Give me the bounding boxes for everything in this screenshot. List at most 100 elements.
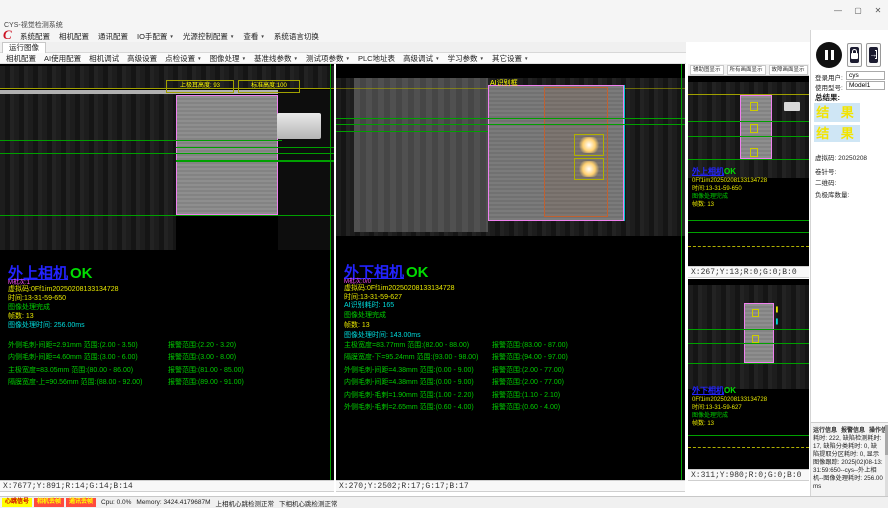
toolbar-button[interactable]: 基准线参数▼	[254, 53, 298, 64]
alarm-range-text: 报警范围:(83.00 - 87.00)	[492, 340, 568, 350]
maximize-icon[interactable]: ▢	[852, 6, 864, 16]
result-ok-text: OK	[724, 386, 736, 395]
lock-user-button[interactable]	[847, 43, 862, 67]
electrode-region	[744, 303, 774, 363]
toolbar-button[interactable]: 相机调试▼	[89, 53, 119, 64]
toolbar-button[interactable]: AI使用配置▼	[44, 53, 81, 64]
measurement-row: 主极宽度=83.77mm 范围:(82.00 - 88.00) 报警范围:(83…	[344, 340, 674, 352]
menu-item-label: 查看	[243, 31, 258, 42]
result-badge: 结 果	[814, 103, 860, 122]
toolbar-button[interactable]: 学习参数▼	[448, 53, 484, 64]
thumb-tab[interactable]: 故障画面显示	[769, 65, 808, 75]
alarm-range-text: 报警范围:(3.00 - 8.00)	[168, 352, 236, 362]
needle-label: 卷针号:	[815, 166, 836, 176]
cyan-edge-line	[624, 85, 625, 221]
process-status-text: 图像处理完成	[692, 194, 728, 202]
toolbar-button[interactable]: 高级调试▼	[403, 53, 439, 64]
ai-box-label: AI识别框	[490, 78, 518, 88]
time-text: 时间:13-31-59-627	[692, 405, 742, 413]
measurement-row: 内侧毛刺-毛刺=1.90mm 范围:(1.00 - 2.20) 报警范围:(1.…	[344, 390, 674, 402]
log-tab[interactable]: 报警信息	[841, 425, 865, 434]
process-time-text: 图像处理时间: 143.00ms	[344, 330, 421, 340]
menu-item[interactable]: 系统配置▼	[20, 31, 50, 42]
annotation-box	[750, 124, 758, 133]
tab-run-image[interactable]: 运行图像	[2, 42, 46, 53]
model-field[interactable]	[846, 81, 885, 90]
pause-button[interactable]	[816, 42, 842, 68]
middle-camera-view[interactable]: AI识别框 外下相机OK M批次:0/0 虚拟码:0Ff1im202502081…	[336, 64, 685, 480]
alarm-range-text: 报警范围:(2.20 - 3.20)	[168, 340, 236, 350]
time-text: 时间:13-31-59-650	[692, 186, 742, 194]
measurement-row: 主极宽度=83.05mm 范围:(80.00 - 86.00) 报警范围:(81…	[8, 365, 334, 377]
annotation-box	[750, 102, 758, 111]
annotation-text: ▌	[776, 319, 780, 325]
measurement-row: 外侧毛刺-毛刺=2.65mm 范围:(0.60 - 4.00) 报警范围:(0.…	[344, 402, 674, 414]
alarm-range-text: 报警范围:(94.00 - 97.00)	[492, 352, 568, 362]
measurement-text: 隔膜宽度-上=90.56mm 范围:(88.00 - 92.00)	[8, 377, 142, 387]
toolbar-button[interactable]: 测试项参数▼	[306, 53, 350, 64]
alarm-range-text: 报警范围:(81.00 - 85.00)	[168, 365, 244, 375]
menu-item[interactable]: IO手配置▼	[137, 31, 174, 42]
toolbar-button[interactable]: 点检设置▼	[165, 53, 201, 64]
menu-item[interactable]: 通讯配置▼	[98, 31, 128, 42]
menu-item[interactable]: 相机配置▼	[59, 31, 89, 42]
cpu-usage: Cpu: 0.0%	[101, 499, 131, 506]
thumbnail-view-upper[interactable]: 外上相机OK 0Ff1im20250208133134728 时间:13-31-…	[688, 76, 809, 266]
toolbar-button-label: 高级设置	[127, 53, 157, 64]
defect-highlight-box	[574, 134, 604, 156]
measurement-text: 外侧毛刺-间距=2.91mm 范围:(2.00 - 3.50)	[8, 340, 138, 350]
camera-name-text: 外上相机	[692, 167, 724, 176]
toolbar-button[interactable]: PLC地址表▼	[358, 53, 395, 64]
toolbar-button[interactable]: 图像处理▼	[210, 53, 246, 64]
left-camera-view[interactable]: 上极耳高度: 93 标准高度:100 外上相机OK M批次:1 虚拟码:0Ff1…	[0, 64, 334, 480]
thumb2-coordinate-bar: X:311;Y:980;R:0;G:0;B:0	[688, 469, 809, 481]
page-tab-row: 运行图像	[0, 42, 686, 53]
log-tab[interactable]: 运行信息	[813, 425, 837, 434]
green-baseline	[336, 131, 488, 132]
neg-count-label: 负极库数量:	[815, 189, 849, 199]
thumb-tab[interactable]: 所有画面显示	[727, 65, 766, 75]
menu-item[interactable]: 查看▼	[243, 31, 264, 42]
measurement-text: 外侧毛刺-毛刺=2.65mm 范围:(0.60 - 4.00)	[344, 402, 474, 412]
menu-item-label: 光源控制配置	[183, 31, 228, 42]
measurement-text: 内侧毛刺-毛刺=1.90mm 范围:(1.00 - 2.20)	[344, 390, 474, 400]
green-baseline	[0, 215, 334, 216]
window-controls: — ▢ ✕	[832, 6, 884, 16]
right-sidebar: → 登录用户: 使用型号: 总结果: 结 果结 果 虚拟码: 20250208 …	[810, 30, 888, 508]
measurement-row: 内侧毛刺-间距=4.60mm 范围:(3.00 - 6.00) 报警范围:(3.…	[8, 352, 334, 364]
logout-icon: →	[869, 47, 878, 63]
chevron-down-icon: ▼	[294, 56, 298, 61]
chevron-down-icon: ▼	[524, 56, 528, 61]
toolbar-button[interactable]: 高级设置▼	[127, 53, 157, 64]
menu-items: 系统配置▼ 相机配置▼ 通讯配置▼ IO手配置▼ 光源控制配置▼ 查看▼ 系统语…	[20, 31, 319, 42]
barcode-value: 20250208	[838, 155, 867, 162]
green-baseline	[688, 136, 809, 137]
tab-height-label: 上极耳高度: 93	[166, 80, 234, 93]
alarm-range-text: 报警范围:(2.00 - 77.00)	[492, 377, 564, 387]
thumb-tab[interactable]: 辅助图显示	[690, 65, 724, 75]
green-baseline	[688, 220, 809, 221]
login-user-field[interactable]	[846, 71, 885, 80]
toolbar-button[interactable]: 其它设置▼	[492, 53, 528, 64]
toolbar-button-label: 点检设置	[165, 53, 195, 64]
menu-item-label: IO手配置	[137, 31, 167, 42]
chevron-down-icon: ▼	[242, 56, 246, 61]
machinery-block	[354, 78, 488, 232]
menu-item[interactable]: 系统语言切换▼	[274, 31, 319, 42]
green-baseline	[688, 159, 809, 160]
barcode-text: 0Ff1im20250208133134728	[692, 397, 767, 405]
thumbnail-view-lower[interactable]: ▌ ▌ 外下相机OK 0Ff1im20250208133134728 时间:13…	[688, 279, 809, 469]
toolbar-button[interactable]: 相机配置▼	[6, 53, 36, 64]
status-badges: 心跳信号相机丢帧通讯丢帧	[2, 498, 96, 507]
result-ok-text: OK	[406, 264, 429, 281]
connector-part	[784, 102, 800, 111]
minimize-icon[interactable]: —	[832, 6, 844, 16]
logout-button[interactable]: →	[866, 43, 881, 67]
green-baseline	[688, 232, 809, 233]
menu-item[interactable]: 光源控制配置▼	[183, 31, 234, 42]
close-icon[interactable]: ✕	[872, 6, 884, 16]
result-badge: 结 果	[814, 125, 860, 142]
middle-measurements: 主极宽度=83.77mm 范围:(82.00 - 88.00) 报警范围:(83…	[344, 340, 674, 414]
annotation-text: ▌	[776, 307, 780, 313]
machinery-left-block	[0, 94, 176, 250]
